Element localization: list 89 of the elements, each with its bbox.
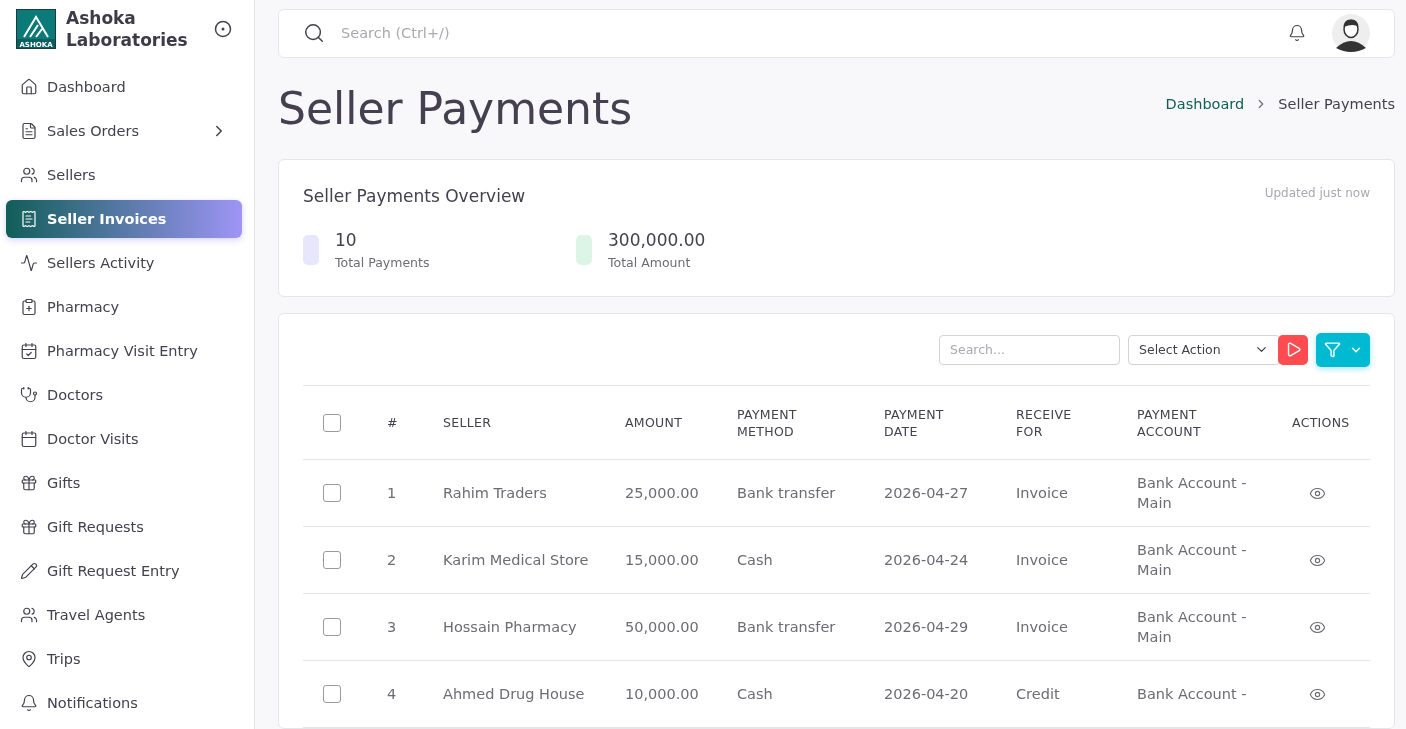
- checkbox[interactable]: [323, 618, 341, 636]
- checkbox[interactable]: [323, 413, 341, 432]
- checkbox[interactable]: [323, 551, 341, 569]
- table-cell-text: Ahmed Drug House: [442, 686, 586, 702]
- gift-icon: [20, 518, 38, 536]
- table-cell-text: Invoice: [1015, 619, 1069, 635]
- table-cell-text: 2026-04-27: [883, 485, 970, 501]
- search-field[interactable]: Search...: [939, 334, 1120, 365]
- column-header: SELLER: [442, 414, 492, 431]
- users-icon: [20, 606, 38, 624]
- checkbox[interactable]: [323, 484, 341, 502]
- table-cell-text: 50,000.00: [624, 619, 700, 635]
- sidebar-item[interactable]: Notifications: [6, 684, 242, 722]
- table-cell-text: 2026-04-20: [883, 686, 970, 702]
- receipt-icon: [20, 210, 38, 228]
- calendar-icon: [20, 342, 38, 360]
- column-header: PAYMENT METHOD: [736, 405, 797, 440]
- table-cell-text: 1: [386, 485, 398, 501]
- stat-value: 10: [335, 229, 358, 250]
- table-cell-text: 2026-04-29: [883, 619, 970, 635]
- pencil-icon: [20, 562, 38, 580]
- table-cell-text: 10,000.00: [624, 686, 700, 702]
- table-cell-text: 2026-04-24: [883, 552, 970, 568]
- house-icon: [20, 78, 38, 96]
- table-cell-text: 25,000.00: [624, 485, 700, 501]
- pulse-icon: [20, 254, 38, 272]
- table-cell-text: Credit: [1015, 686, 1061, 702]
- table-cell-text: Cash: [736, 686, 774, 702]
- table-cell-text: 2: [386, 552, 398, 568]
- breadcrumb-current: Seller Payments: [1278, 96, 1395, 113]
- table-cell-text: 3: [386, 619, 398, 635]
- page-title: Seller Payments: [278, 82, 633, 134]
- column-header: AMOUNT: [624, 414, 683, 431]
- card-title: Seller Payments Overview: [303, 185, 526, 206]
- stat-value: 300,000.00: [608, 229, 706, 250]
- column-header: PAYMENT ACCOUNT: [1136, 405, 1201, 440]
- checkbox[interactable]: [323, 685, 341, 703]
- sidebar-item[interactable]: Travel Agents: [6, 596, 242, 634]
- brand-name: Ashoka Laboratories: [66, 7, 189, 51]
- map-pin-icon: [20, 650, 38, 668]
- table-cell-text: Invoice: [1015, 552, 1069, 568]
- table-cell-text: Karim Medical Store: [442, 552, 590, 568]
- sidebar-item[interactable]: Doctors: [6, 376, 242, 414]
- bell-icon: [20, 694, 38, 712]
- document-icon: [20, 122, 38, 140]
- table-cell-text: 15,000.00: [624, 552, 700, 568]
- circle-dot-icon[interactable]: [214, 20, 232, 38]
- sidebar-item[interactable]: Trips: [6, 640, 242, 678]
- sidebar-item[interactable]: Gift Request Entry: [6, 552, 242, 590]
- table-cell-text: Bank Account - Main: [1136, 474, 1248, 513]
- sidebar-item[interactable]: Pharmacy: [6, 288, 242, 326]
- table-cell-text: Bank transfer: [736, 485, 837, 501]
- column-header: PAYMENT DATE: [883, 405, 944, 440]
- column-header: RECEIVE FOR: [1015, 405, 1072, 440]
- gift-icon: [20, 474, 38, 492]
- sidebar-item[interactable]: Sales Orders: [6, 112, 242, 150]
- table-cell-text: 4: [386, 686, 398, 702]
- stat-label: Total Payments: [335, 254, 430, 270]
- sidebar-item[interactable]: Sellers Activity: [6, 244, 242, 282]
- table-cell-text: Hossain Pharmacy: [442, 619, 578, 635]
- column-header: ACTIONS: [1291, 414, 1350, 431]
- bell-icon[interactable]: [1288, 24, 1306, 43]
- sidebar-item[interactable]: Gift Requests: [6, 508, 242, 546]
- sidebar-item[interactable]: Gifts: [6, 464, 242, 502]
- calendar-icon: [20, 430, 38, 448]
- avatar[interactable]: [1332, 14, 1370, 53]
- table-cell-text: Bank transfer: [736, 619, 837, 635]
- table-cell-text: Invoice: [1015, 485, 1069, 501]
- stethoscope-icon: [20, 386, 38, 404]
- table-cell-text: Cash: [736, 552, 774, 568]
- breadcrumb-link[interactable]: Dashboard: [1165, 96, 1245, 113]
- clipboard-icon: [20, 298, 38, 316]
- table-cell-text: Rahim Traders: [442, 485, 548, 501]
- sidebar-item[interactable]: Doctor Visits: [6, 420, 242, 458]
- users-icon: [20, 166, 38, 184]
- run-button[interactable]: [1278, 334, 1308, 365]
- filter-icon: [1323, 341, 1341, 358]
- sidebar-item[interactable]: Sellers: [6, 156, 242, 194]
- table-cell-text: Bank Account -: [1136, 685, 1248, 704]
- column-header: #: [386, 414, 398, 431]
- action-select[interactable]: Select Action: [1128, 334, 1280, 365]
- search-icon: [303, 22, 325, 45]
- stat-label: Total Amount: [608, 254, 692, 270]
- table-cell-text: Bank Account - Main: [1136, 541, 1248, 580]
- sidebar-item[interactable]: Pharmacy Visit Entry: [6, 332, 242, 370]
- sidebar-item[interactable]: Seller Invoices: [6, 200, 242, 238]
- sidebar-item[interactable]: Dashboard: [6, 68, 242, 106]
- updated-text: Updated just now: [1264, 185, 1370, 200]
- table-cell-text: Bank Account - Main: [1136, 608, 1248, 647]
